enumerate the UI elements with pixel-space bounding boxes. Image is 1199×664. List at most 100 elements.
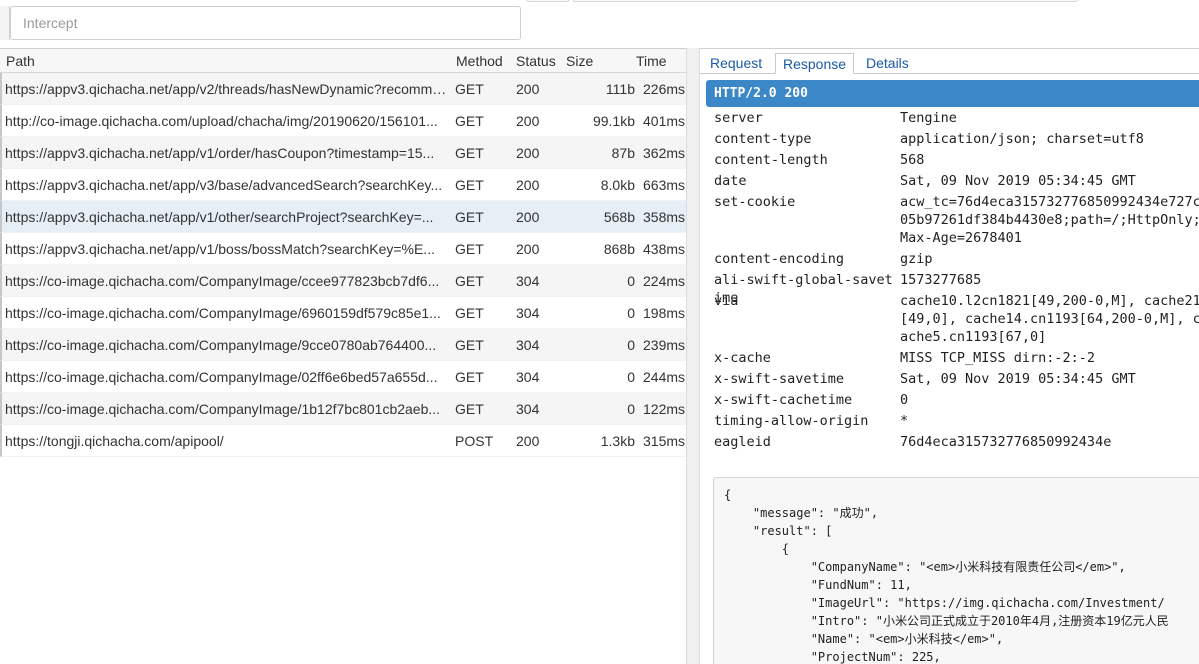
detail-tabs: Request Response Details (700, 49, 1199, 74)
column-header-size[interactable]: Size (566, 53, 593, 69)
cell-method: GET (455, 241, 484, 257)
toolbar-button-edge[interactable] (526, 0, 570, 2)
cell-status: 304 (516, 369, 540, 385)
table-row[interactable]: https://appv3.qichacha.net/app/v3/base/a… (0, 169, 686, 201)
cell-status: 200 (516, 209, 540, 225)
cell-size: 1.3kb (600, 433, 635, 449)
cell-time: 198ms (643, 305, 686, 321)
cell-path: https://appv3.qichacha.net/app/v1/order/… (5, 145, 435, 161)
tab-request[interactable]: Request (703, 53, 769, 74)
response-status-line: HTTP/2.0 200 (706, 80, 1199, 107)
table-row[interactable]: http://co-image.qichacha.com/upload/chac… (0, 105, 686, 137)
header-value: gzip (900, 251, 933, 267)
cell-status: 200 (516, 145, 540, 161)
table-row[interactable]: https://appv3.qichacha.net/app/v2/thread… (0, 73, 686, 105)
table-row[interactable]: https://co-image.qichacha.com/CompanyIma… (0, 361, 686, 393)
cell-path: https://co-image.qichacha.com/CompanyIma… (5, 305, 441, 321)
cell-time: 401ms (643, 113, 686, 129)
header-row: eagleid 76d4eca315732776850992434e (714, 433, 1199, 451)
cell-status: 200 (516, 177, 540, 193)
column-header-time[interactable]: Time (636, 53, 667, 69)
cell-method: GET (455, 273, 484, 289)
header-key: eagleid (714, 434, 771, 450)
intercept-input[interactable] (10, 6, 521, 40)
cell-time: 224ms (643, 273, 686, 289)
flow-list-panel: Path Method Status Size Time https://app… (0, 48, 686, 664)
cell-method: GET (455, 209, 484, 225)
cell-path: https://appv3.qichacha.net/app/v1/boss/b… (5, 241, 435, 257)
header-key: date (714, 173, 747, 189)
response-body-text: { "message": "成功", "result": [ { "Compan… (724, 488, 1169, 664)
cell-path: https://co-image.qichacha.com/CompanyIma… (5, 337, 437, 353)
response-headers: server Tengine content-type application/jso… (714, 109, 1199, 454)
cell-time: 226ms (643, 81, 686, 97)
cell-size: 0 (627, 401, 635, 417)
cell-path: https://co-image.qichacha.com/CompanyIma… (5, 273, 440, 289)
cell-method: GET (455, 177, 484, 193)
cell-time: 438ms (643, 241, 686, 257)
cell-size: 99.1kb (592, 113, 635, 129)
cell-path: https://tongji.qichacha.com/apipool/ (5, 433, 224, 449)
header-key: server (714, 110, 763, 126)
cell-method: GET (455, 113, 484, 129)
response-body: { "message": "成功", "result": [ { "Compan… (713, 477, 1199, 664)
tab-response[interactable]: Response (775, 53, 855, 74)
cell-status: 200 (516, 241, 540, 257)
flow-table-body: https://appv3.qichacha.net/app/v2/thread… (0, 73, 686, 457)
table-row[interactable]: https://co-image.qichacha.com/CompanyIma… (0, 265, 686, 297)
cell-size: 568b (603, 209, 635, 225)
header-key: content-encoding (714, 251, 845, 267)
cell-status: 200 (516, 113, 540, 129)
table-row[interactable]: https://co-image.qichacha.com/CompanyIma… (0, 297, 686, 329)
cell-size: 0 (627, 369, 635, 385)
cell-method: GET (455, 369, 484, 385)
cell-time: 244ms (643, 369, 686, 385)
cell-status: 200 (516, 81, 540, 97)
header-row: x-swift-savetime Sat, 09 Nov 2019 05:34:4… (714, 370, 1199, 388)
header-value: acw_tc=76d4eca315732776850992434e727c05b… (900, 194, 1199, 246)
table-row[interactable]: https://co-image.qichacha.com/CompanyIma… (0, 393, 686, 425)
header-value: application/json; charset=utf8 (900, 131, 1144, 147)
cell-method: GET (455, 305, 484, 321)
cell-size: 0 (627, 337, 635, 353)
cell-time: 239ms (643, 337, 686, 353)
panel-splitter[interactable] (686, 48, 700, 664)
cell-size: 8.0kb (600, 177, 635, 193)
cell-method: GET (455, 145, 484, 161)
cell-time: 663ms (643, 177, 686, 193)
header-row: x-swift-cachetime 0 (714, 391, 1199, 409)
table-row[interactable]: https://appv3.qichacha.net/app/v1/order/… (0, 137, 686, 169)
cell-size: 0 (627, 305, 635, 321)
cell-size: 111b (605, 81, 635, 97)
column-header-path[interactable]: Path (6, 53, 35, 69)
header-row: x-cache MISS TCP_MISS dirn:-2:-2 (714, 349, 1199, 367)
header-row: content-type application/json; charset=ut… (714, 130, 1199, 148)
header-row: content-encoding gzip (714, 250, 1199, 268)
table-row[interactable]: https://co-image.qichacha.com/CompanyIma… (0, 329, 686, 361)
tab-details[interactable]: Details (859, 53, 916, 74)
header-value: cache10.l2cn1821[49,200-0,M], cache21[49… (900, 293, 1199, 345)
cell-time: 315ms (643, 433, 686, 449)
header-row: timing-allow-origin * (714, 412, 1199, 430)
cell-size: 868b (603, 241, 635, 257)
header-key: content-length (714, 152, 828, 168)
header-row: ali-swift-global-savetime 1573277685 (714, 271, 1199, 306)
header-value: 76d4eca315732776850992434e (900, 434, 1112, 450)
header-key: content-type (714, 131, 812, 147)
toolbar (0, 0, 1199, 48)
cell-method: GET (455, 337, 484, 353)
toolbar-field-edge[interactable] (572, 0, 1078, 2)
table-row[interactable]: https://appv3.qichacha.net/app/v1/other/… (0, 201, 686, 233)
table-row[interactable]: https://tongji.qichacha.com/apipool/POST… (0, 425, 686, 457)
column-header-status[interactable]: Status (516, 53, 556, 69)
header-row: via cache10.l2cn1821[49,200-0,M], cache21… (714, 292, 1199, 346)
cell-status: 304 (516, 401, 540, 417)
table-row[interactable]: https://appv3.qichacha.net/app/v1/boss/b… (0, 233, 686, 265)
column-header-method[interactable]: Method (456, 53, 503, 69)
cell-path: https://co-image.qichacha.com/CompanyIma… (5, 401, 441, 417)
cell-status: 304 (516, 273, 540, 289)
cell-method: POST (455, 433, 494, 449)
cell-path: https://appv3.qichacha.net/app/v1/other/… (5, 209, 434, 225)
cell-size: 87b (611, 145, 635, 161)
flow-table-header: Path Method Status Size Time (0, 49, 686, 73)
